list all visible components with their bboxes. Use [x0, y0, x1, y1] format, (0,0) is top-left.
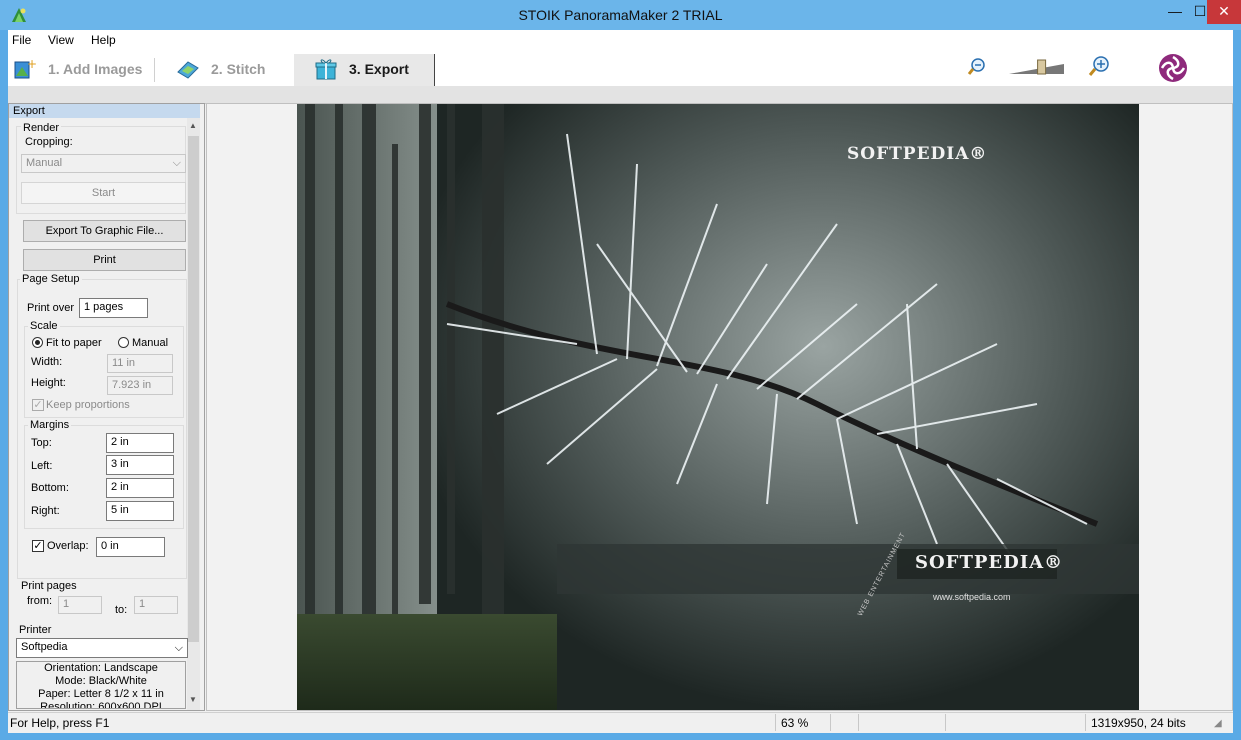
printer-value: Softpedia	[21, 641, 68, 653]
menu-view[interactable]: View	[48, 33, 74, 47]
chevron-down-icon: ⌵	[174, 642, 183, 654]
fit-to-paper-label: Fit to paper	[46, 337, 102, 349]
zoom-slider[interactable]	[1008, 58, 1066, 76]
panel-scroll-thumb[interactable]	[188, 136, 199, 642]
status-divider	[830, 714, 831, 731]
scroll-down-icon[interactable]: ▼	[189, 695, 197, 704]
manual-label: Manual	[132, 337, 169, 349]
print-over-input[interactable]: 1 pages	[79, 298, 148, 318]
to-input[interactable]: 1	[134, 596, 178, 614]
from-input[interactable]: 1	[58, 596, 102, 614]
menu-help[interactable]: Help	[91, 33, 116, 47]
status-divider	[1085, 714, 1086, 731]
cropping-select[interactable]: Manual ⌵	[21, 154, 186, 173]
resolution-text: Resolution: 600x600 DPI	[40, 701, 162, 709]
close-button[interactable]: ✕	[1207, 0, 1241, 24]
panorama-photo	[297, 104, 1139, 710]
status-bar	[8, 712, 1233, 733]
printer-select[interactable]: Softpedia ⌵	[16, 638, 188, 658]
start-button[interactable]: Start	[21, 182, 186, 204]
to-label: to:	[115, 604, 128, 616]
margins-label: Margins	[28, 419, 72, 431]
svg-text:+: +	[27, 58, 36, 71]
print-button[interactable]: Print	[23, 249, 186, 271]
render-label: Render	[21, 122, 62, 134]
status-help: For Help, press F1	[10, 716, 110, 730]
status-divider	[858, 714, 859, 731]
margin-left-input[interactable]: 3 in	[106, 455, 174, 475]
margin-right-input[interactable]: 5 in	[106, 501, 174, 521]
step-divider	[154, 58, 155, 82]
print-over-label: Print over	[27, 302, 75, 314]
height-input[interactable]: 7.923 in	[107, 376, 173, 395]
softpedia-url: www.softpedia.com	[933, 592, 1011, 602]
keep-proportions-checkbox[interactable]: ✓	[32, 399, 44, 411]
margin-top-input[interactable]: 2 in	[106, 433, 174, 453]
height-label: Height:	[31, 377, 66, 389]
panorama-preview-image[interactable]: SOFTPEDIA® SOFTPEDIA® www.softpedia.com …	[297, 104, 1139, 710]
zoom-out-icon[interactable]	[967, 57, 987, 77]
status-divider	[775, 714, 776, 731]
step-add-images[interactable]: 1. Add Images	[48, 54, 142, 86]
paper-text: Paper: Letter 8 1/2 x 11 in	[38, 688, 164, 700]
manual-radio[interactable]	[118, 337, 129, 348]
cropping-label: Cropping:	[25, 136, 73, 148]
step-stitch[interactable]: 2. Stitch	[211, 54, 265, 86]
resize-grip-icon[interactable]: ◢	[1214, 718, 1222, 729]
scroll-up-icon[interactable]: ▲	[189, 121, 197, 130]
margin-right-label: Right:	[31, 505, 60, 517]
softpedia-watermark-bottom: SOFTPEDIA®	[915, 552, 1064, 573]
width-input[interactable]: 11 in	[107, 354, 173, 373]
margin-bottom-label: Bottom:	[31, 482, 69, 494]
overlap-checkbox[interactable]: ✓	[32, 540, 44, 552]
print-pages-label: Print pages	[21, 580, 77, 592]
orientation-text: Orientation: Landscape	[44, 662, 158, 674]
cropping-value: Manual	[26, 157, 63, 169]
printer-label: Printer	[19, 624, 52, 636]
from-label: from:	[27, 595, 53, 607]
scale-label: Scale	[28, 320, 60, 332]
status-divider	[945, 714, 946, 731]
window-title: STOIK PanoramaMaker 2 TRIAL	[518, 7, 723, 23]
add-images-icon[interactable]: +	[12, 58, 36, 80]
printer-info-box: Orientation: Landscape Mode: Black/White…	[16, 661, 186, 709]
margin-top-label: Top:	[31, 437, 52, 449]
panel-header: Export	[9, 104, 200, 118]
export-graphic-file-button[interactable]: Export To Graphic File...	[23, 220, 186, 242]
toolbar-strip	[8, 86, 1233, 104]
keep-proportions-label: Keep proportions	[46, 399, 130, 411]
menu-file[interactable]: File	[12, 33, 31, 47]
status-image-info: 1319x950, 24 bits	[1091, 716, 1186, 730]
menu-bar	[8, 30, 1233, 52]
fit-to-paper-radio[interactable]	[32, 337, 43, 348]
margin-left-label: Left:	[31, 460, 53, 472]
mode-text: Mode: Black/White	[55, 675, 147, 687]
page-setup-label: Page Setup	[20, 273, 82, 285]
export-gift-icon[interactable]	[314, 58, 338, 80]
margin-bottom-input[interactable]: 2 in	[106, 478, 174, 498]
step-export[interactable]: 3. Export	[349, 54, 409, 86]
zoom-in-icon[interactable]	[1087, 55, 1111, 79]
overlap-label: Overlap:	[47, 540, 89, 552]
stoik-logo-icon[interactable]	[1158, 53, 1188, 83]
status-zoom: 63 %	[781, 716, 809, 730]
overlap-input[interactable]: 0 in	[96, 537, 165, 557]
chevron-down-icon: ⌵	[172, 157, 181, 169]
softpedia-watermark-top: SOFTPEDIA®	[847, 144, 988, 164]
stitch-icon[interactable]	[176, 58, 200, 80]
width-label: Width:	[31, 356, 63, 368]
